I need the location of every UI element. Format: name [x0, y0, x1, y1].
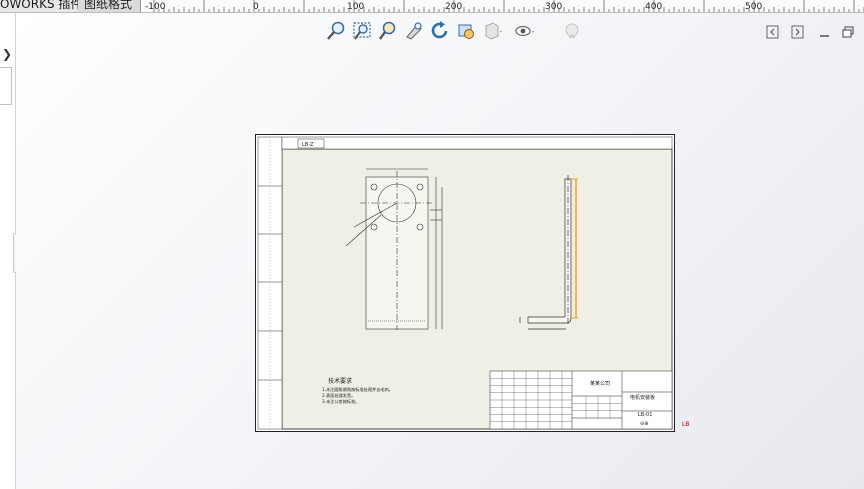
- left-zone-strip: [257, 136, 283, 430]
- sheet-corner-mark: LB: [682, 421, 690, 428]
- ruler-label: 100: [347, 2, 364, 12]
- horizontal-ruler: -100 0 100 200 300 400 500: [140, 0, 864, 12]
- top-zone-strip: [281, 136, 673, 150]
- rotate-icon[interactable]: [429, 20, 451, 42]
- notes-line: 2.表面处理发黑。: [322, 392, 355, 399]
- ruler-label: 300: [545, 2, 562, 12]
- view-tag: LB-Z: [302, 142, 314, 148]
- top-bar: OWORKS 插件 图纸格式 -100 0 100 200 300 400 50…: [0, 0, 864, 13]
- restore-icon[interactable]: [840, 24, 856, 40]
- zoom-selection-icon[interactable]: [403, 20, 425, 42]
- appearance-icon[interactable]: [561, 20, 583, 42]
- drawing-sheet[interactable]: LB-Z 技术要求 1.未注圆角倒角按标准处理并去毛刺。 2.表面处理发黑。 3…: [255, 134, 675, 432]
- zoom-to-fit-icon[interactable]: [325, 20, 347, 42]
- company-name: 某某公司: [590, 381, 610, 387]
- zoom-in-out-icon[interactable]: [377, 20, 399, 42]
- ruler-label: 0: [253, 2, 259, 12]
- ruler-ticks: -100 0 100 200 300 400 500: [145, 0, 864, 12]
- tile-left-icon[interactable]: [765, 24, 781, 40]
- chevron-right-icon[interactable]: ❯: [0, 43, 14, 65]
- hide-show-icon[interactable]: [513, 20, 535, 42]
- ruler-label: 200: [445, 2, 462, 12]
- ruler-label: 400: [645, 2, 662, 12]
- notes-title: 技术要求: [328, 377, 352, 385]
- heads-up-view-toolbar: [325, 20, 585, 44]
- notes-line: 3.未注公差按标准。: [322, 398, 360, 405]
- part-name: 电机安装板: [630, 394, 655, 401]
- ruler-label: 500: [745, 2, 762, 12]
- minimize-icon[interactable]: [817, 24, 833, 40]
- pan-icon[interactable]: [455, 20, 477, 42]
- zoom-to-area-icon[interactable]: [351, 20, 373, 42]
- tab-solidworks-addins[interactable]: OWORKS 插件: [0, 0, 82, 12]
- projection-symbol-icon: ⊖⊕: [640, 421, 648, 427]
- drawing-number: LB-01: [638, 412, 652, 418]
- panel-tree-box[interactable]: [0, 67, 12, 105]
- display-style-icon[interactable]: [481, 20, 503, 42]
- ruler-label: -100: [145, 2, 166, 12]
- tab-sheet-format[interactable]: 图纸格式: [78, 0, 145, 12]
- notes-line: 1.未注圆角倒角按标准处理并去毛刺。: [322, 386, 393, 393]
- tile-right-icon[interactable]: [790, 24, 806, 40]
- drawing-sheet-graphics: LB-Z 技术要求 1.未注圆角倒角按标准处理并去毛刺。 2.表面处理发黑。 3…: [257, 136, 673, 430]
